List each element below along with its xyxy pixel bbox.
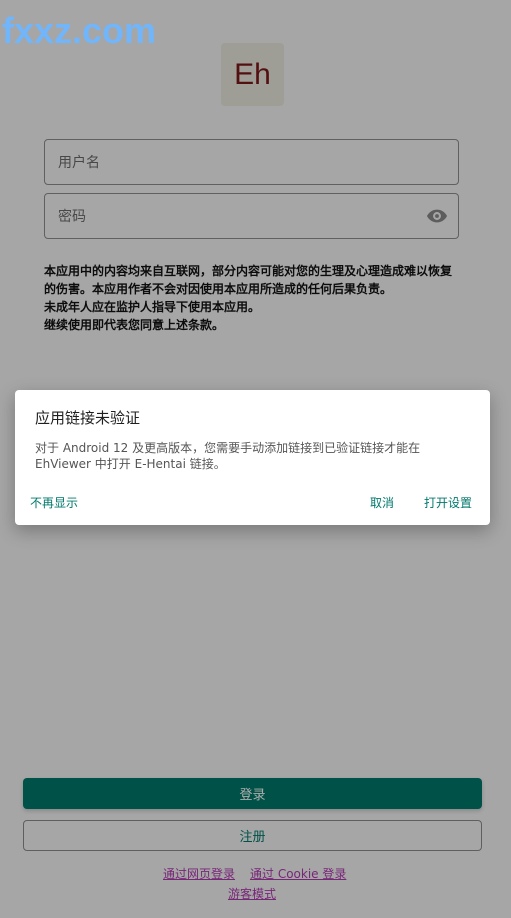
dialog-title: 应用链接未验证 <box>35 409 141 427</box>
cancel-button[interactable]: 取消 <box>370 494 394 511</box>
app-link-dialog: 应用链接未验证 对于 Android 12 及更高版本，您需要手动添加链接到已验… <box>15 390 490 525</box>
login-screen: fxxz.com Eh 用户名 密码 本应用中的内容均来自互联网，部分内容可能对… <box>0 0 511 918</box>
watermark: fxxz.com <box>2 10 157 51</box>
dialog-message: 对于 Android 12 及更高版本，您需要手动添加链接到已验证链接才能在 E… <box>35 441 421 471</box>
open-settings-button[interactable]: 打开设置 <box>424 494 472 511</box>
dont-show-again-button[interactable]: 不再显示 <box>30 494 78 511</box>
